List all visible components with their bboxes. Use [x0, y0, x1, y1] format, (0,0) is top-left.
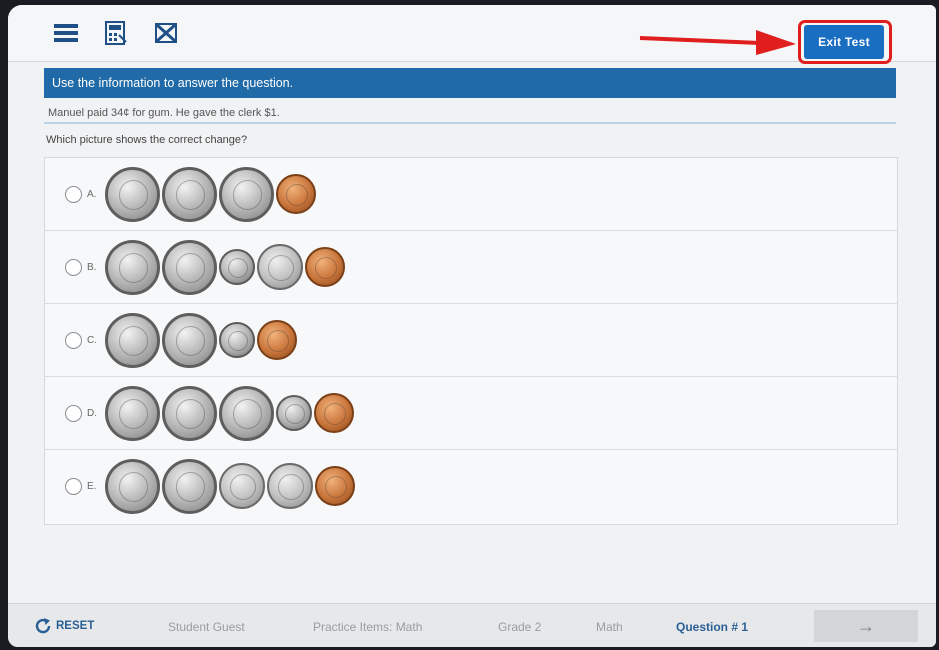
strikethrough-icon[interactable] — [154, 21, 178, 45]
quarter-coin — [105, 312, 160, 368]
quarter-coin — [219, 166, 274, 222]
nickel-coin — [257, 244, 303, 290]
refresh-icon — [35, 618, 51, 634]
menu-icon[interactable] — [54, 21, 78, 45]
dime-coin — [276, 395, 312, 431]
penny-coin — [257, 320, 297, 360]
coin-group — [105, 312, 299, 368]
quarter-coin — [162, 312, 217, 368]
radio-button[interactable] — [65, 185, 82, 203]
penny-coin — [305, 247, 345, 287]
quarter-coin — [105, 166, 160, 222]
choice-c[interactable]: C. — [45, 304, 897, 377]
test-screen: Exit Test Use the information to answer … — [8, 5, 936, 647]
choice-e[interactable]: E. — [45, 450, 897, 522]
test-name: Practice Items: Math — [313, 620, 423, 634]
dime-coin — [219, 249, 255, 285]
subject-label: Math — [596, 620, 623, 634]
grade-label: Grade 2 — [498, 620, 542, 634]
coin-group — [105, 166, 318, 222]
choice-letter: B. — [87, 261, 97, 273]
choice-d[interactable]: D. — [45, 377, 897, 450]
quarter-coin — [162, 239, 217, 295]
exit-test-button[interactable]: Exit Test — [804, 25, 884, 59]
choice-letter: C. — [87, 334, 97, 346]
question-context: Manuel paid 34¢ for gum. He gave the cle… — [44, 102, 896, 124]
dime-coin — [219, 322, 255, 358]
choice-letter: E. — [87, 480, 97, 492]
question-number: Question # 1 — [676, 620, 749, 634]
quarter-coin — [219, 385, 274, 441]
penny-coin — [315, 466, 355, 506]
choice-letter: D. — [87, 407, 97, 419]
penny-coin — [314, 393, 354, 433]
reset-label: RESET — [56, 620, 95, 632]
coin-group — [105, 385, 356, 441]
quarter-coin — [105, 385, 160, 441]
coin-group — [105, 458, 357, 514]
next-button[interactable]: → — [814, 610, 918, 642]
answer-choices: A. B. C. D. E. — [44, 157, 898, 525]
radio-button[interactable] — [65, 477, 82, 495]
radio-button[interactable] — [65, 404, 82, 422]
instruction-banner: Use the information to answer the questi… — [44, 68, 896, 98]
nickel-coin — [267, 463, 313, 509]
choice-a[interactable]: A. — [45, 158, 897, 231]
quarter-coin — [105, 458, 160, 514]
reset-button[interactable]: RESET — [34, 617, 94, 635]
calculator-icon[interactable] — [104, 21, 128, 45]
choice-b[interactable]: B. — [45, 231, 897, 304]
student-name: Student Guest — [168, 620, 245, 634]
radio-button[interactable] — [65, 258, 82, 276]
quarter-coin — [162, 458, 217, 514]
coin-group — [105, 239, 347, 295]
quarter-coin — [105, 239, 160, 295]
question-prompt: Which picture shows the correct change? — [46, 134, 248, 146]
toolbar: Exit Test — [8, 5, 936, 64]
annotation-arrow-icon — [639, 30, 796, 55]
nickel-coin — [219, 463, 265, 509]
quarter-coin — [162, 166, 217, 222]
quarter-coin — [162, 385, 217, 441]
radio-button[interactable] — [65, 331, 82, 349]
choice-letter: A. — [87, 188, 97, 200]
footer-bar: RESET Student Guest Practice Items: Math… — [8, 603, 936, 647]
penny-coin — [276, 174, 316, 214]
